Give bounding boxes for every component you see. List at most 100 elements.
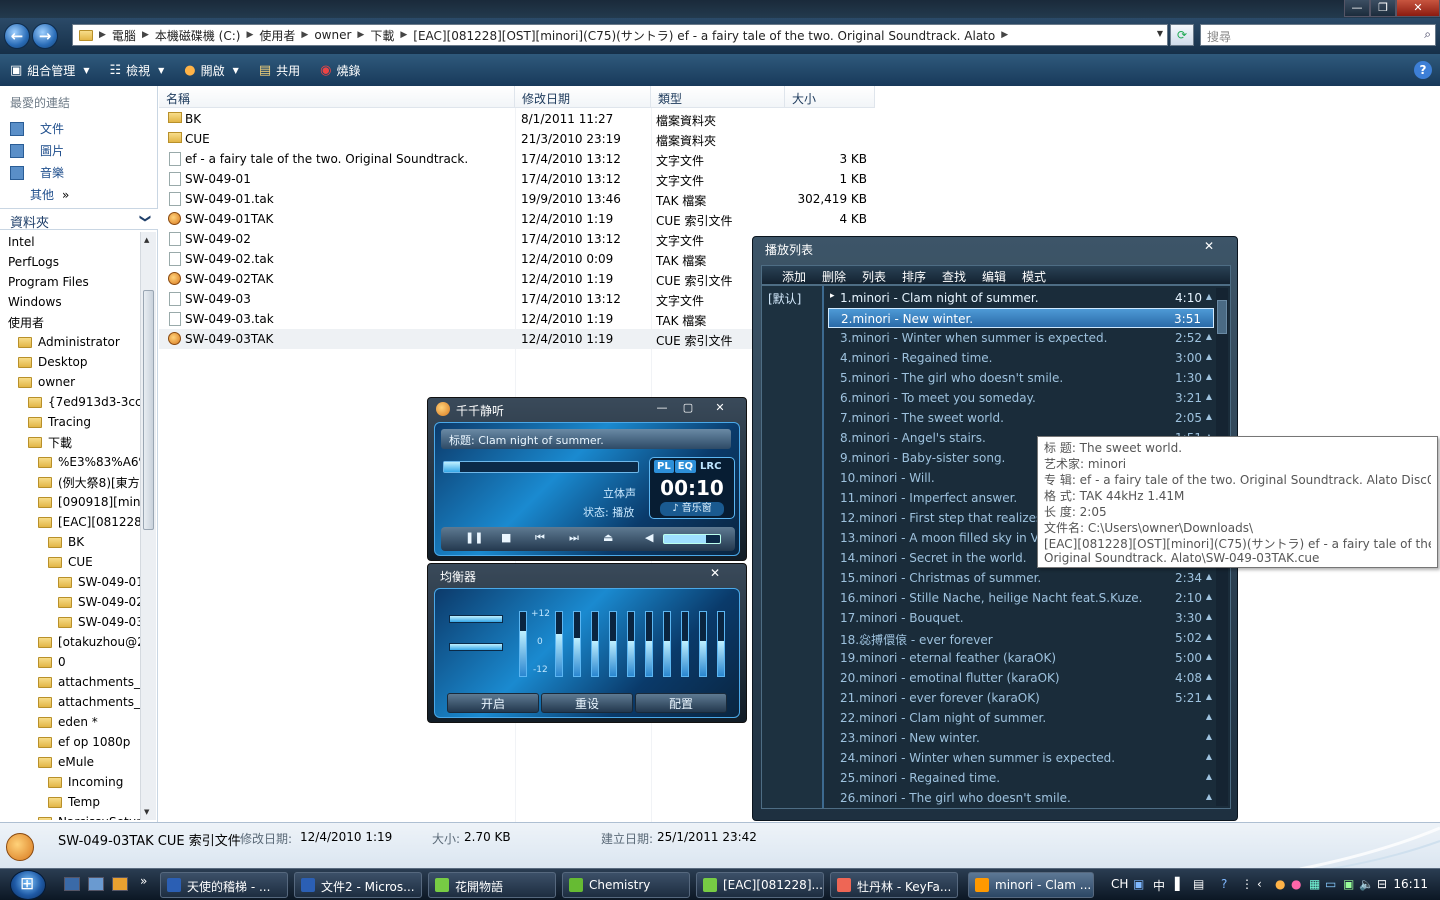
scroll-down-icon[interactable]: ▼: [144, 808, 149, 816]
help-icon[interactable]: ?: [1414, 61, 1432, 79]
eq-band-slider[interactable]: [681, 611, 689, 677]
file-row[interactable]: BK 8/1/2011 11:27 檔案資料夾: [159, 109, 875, 129]
forward-arrow-icon[interactable]: →: [32, 23, 58, 49]
tab-lyrics[interactable]: LRC: [697, 460, 724, 473]
playlist-menu-item[interactable]: 添加: [782, 268, 806, 285]
scroll-up-icon[interactable]: ▲: [144, 236, 149, 244]
eq-band-slider[interactable]: [699, 611, 707, 677]
equalizer-close-icon[interactable]: ✕: [710, 566, 720, 580]
balance-slider[interactable]: [449, 615, 503, 623]
share-button[interactable]: ▤ 共用: [249, 54, 310, 86]
eq-band-slider[interactable]: [717, 611, 725, 677]
folder-tree-item[interactable]: owner: [18, 372, 75, 392]
ime-mode-icon[interactable]: ▣: [1133, 877, 1144, 891]
folder-tree-item[interactable]: BK: [48, 532, 84, 552]
address-bar[interactable]: ▶ 電腦 ▶ 本機磁碟機 (C:) ▶ 使用者 ▶ owner ▶ 下載 ▶ [EAC][081228…: [72, 24, 1168, 46]
folder-tree-item[interactable]: attachments_201: [38, 692, 142, 712]
folder-tree-item[interactable]: Tracing: [28, 412, 91, 432]
file-row[interactable]: CUE 21/3/2010 23:19 檔案資料夾: [159, 129, 875, 149]
eq-band-slider[interactable]: [573, 611, 581, 677]
breadcrumb-separator-icon[interactable]: ▶: [246, 30, 253, 40]
folder-tree-item[interactable]: CUE: [48, 552, 93, 572]
playlist-track[interactable]: ▸ 1.minori - Clam night of summer. 4:10 ▲: [828, 288, 1214, 308]
taskbar-button[interactable]: 文件2 - Micros...: [294, 872, 422, 898]
column-header-type[interactable]: 類型: [651, 86, 785, 108]
breadcrumb-separator-icon[interactable]: ▶: [99, 30, 106, 40]
breadcrumb-separator-icon[interactable]: ▶: [301, 30, 308, 40]
network-signal-icon[interactable]: ⊟: [1377, 877, 1387, 891]
playlist-track[interactable]: 22.minori - Clam night of summer. ▲: [828, 708, 1214, 728]
folder-tree-item[interactable]: 0: [38, 652, 66, 672]
playlist-track[interactable]: 2.minori - New winter. 3:51: [828, 308, 1214, 328]
eq-band-slider[interactable]: [627, 611, 635, 677]
breadcrumb-separator-icon[interactable]: ▶: [142, 30, 149, 40]
language-indicator[interactable]: CH: [1111, 877, 1128, 891]
playlist-track[interactable]: 24.minori - Winter when summer is expect…: [828, 748, 1214, 768]
player-tray-icon[interactable]: ●: [1275, 877, 1285, 891]
playlist-track[interactable]: 5.minori - The girl who doesn't smile. 1:…: [828, 368, 1214, 388]
folder-tree-item[interactable]: NarcissuSetupIns: [38, 812, 142, 820]
clock[interactable]: 16:11: [1393, 877, 1428, 891]
taskbar-button[interactable]: 牡丹林 - KeyFa...: [830, 872, 958, 898]
playlist-menu-item[interactable]: 模式: [1022, 268, 1046, 285]
playlist-track[interactable]: 15.minori - Christmas of summer. 2:34 ▲: [828, 568, 1214, 588]
column-header-date[interactable]: 修改日期: [515, 86, 651, 108]
playlist-menu-item[interactable]: 删除: [822, 268, 846, 285]
breadcrumb-item[interactable]: 使用者: [253, 27, 301, 44]
folder-tree-item[interactable]: (例大祭8)[東方同人: [38, 472, 142, 492]
taskbar-button[interactable]: minori - Clam ...: [968, 872, 1094, 898]
column-header-size[interactable]: 大小: [785, 86, 875, 108]
eq-band-slider[interactable]: [591, 611, 599, 677]
column-header-name[interactable]: 名稱: [159, 86, 515, 108]
playlist-track[interactable]: 6.minori - To meet you someday. 3:21 ▲: [828, 388, 1214, 408]
playlist-track[interactable]: 20.minori - emotinal flutter (karaOK) 4:0…: [828, 668, 1214, 688]
folder-tree-item[interactable]: 下載: [28, 432, 72, 452]
maximize-button[interactable]: ❐: [1370, 0, 1396, 17]
folder-tree-item[interactable]: attachments_201: [38, 672, 142, 692]
eject-icon[interactable]: ⏏: [603, 531, 613, 544]
breadcrumb-item[interactable]: owner: [308, 28, 357, 42]
eq-on-button[interactable]: 开启: [447, 693, 539, 713]
breadcrumb-separator-icon[interactable]: ▶: [400, 30, 407, 40]
views-button[interactable]: ☷ 檢視 ▼: [99, 54, 174, 86]
folder-tree-item[interactable]: {7ed913d3-3cc5-4: [28, 392, 142, 412]
favorite-more[interactable]: 其他 »: [30, 186, 69, 203]
eq-reset-button[interactable]: 重设: [541, 693, 633, 713]
playlist-track[interactable]: 4.minori - Regained time. 3:00 ▲: [828, 348, 1214, 368]
playlist-menu-item[interactable]: 查找: [942, 268, 966, 285]
folder-tree-item[interactable]: [090918][minori]: [38, 492, 142, 512]
folder-tree-item[interactable]: Desktop: [18, 352, 88, 372]
tray-expand-icon[interactable]: ‹: [1257, 877, 1262, 891]
player-progress-bar[interactable]: [443, 461, 639, 473]
playlist-menu-item[interactable]: 列表: [862, 268, 886, 285]
open-button[interactable]: ● 開啟 ▼: [174, 54, 249, 86]
eq-band-slider[interactable]: [645, 611, 653, 677]
folder-tree-item[interactable]: eMule: [38, 752, 94, 772]
folder-tree-scrollbar[interactable]: ▲ ▼: [140, 232, 156, 820]
playlist-track[interactable]: 3.minori - Winter when summer is expecte…: [828, 328, 1214, 348]
previous-icon[interactable]: ⏮: [535, 531, 545, 545]
player-close-icon[interactable]: ✕: [710, 400, 730, 416]
breadcrumb-separator-icon[interactable]: ▶: [357, 30, 364, 40]
breadcrumb-separator-icon[interactable]: ▶: [1001, 30, 1008, 40]
organize-button[interactable]: ▣ 組合管理 ▼: [0, 54, 99, 86]
folder-tree-item[interactable]: Administrator: [18, 332, 120, 352]
breadcrumb-item[interactable]: 下載: [364, 27, 400, 44]
quicklaunch-window-icon[interactable]: [88, 877, 104, 891]
eq-band-slider[interactable]: [555, 611, 563, 677]
volume-icon[interactable]: ◀: [645, 531, 653, 544]
pause-icon[interactable]: ❚❚: [465, 531, 483, 544]
taskbar-button[interactable]: 天使的稽梯 - ...: [160, 872, 288, 898]
playlist-track[interactable]: 18.惢搏儇偯 - ever forever 5:02 ▲: [828, 628, 1214, 648]
folder-tree-item[interactable]: Incoming: [48, 772, 123, 792]
app-tray-icon[interactable]: ●: [1291, 877, 1301, 891]
folder-tree-item[interactable]: [EAC][081228][O: [38, 512, 142, 532]
taskbar-button[interactable]: [EAC][081228]...: [696, 872, 824, 898]
display-tray-icon[interactable]: ▭: [1325, 877, 1336, 891]
folder-tree-item[interactable]: Program Files: [8, 272, 89, 292]
player-titlebar[interactable]: 千千静听 — ▢ ✕: [428, 398, 746, 420]
player-minimize-icon[interactable]: —: [652, 400, 672, 416]
file-row[interactable]: ef - a fairy tale of the two. Original S…: [159, 149, 875, 169]
refresh-icon[interactable]: ⟳: [1170, 24, 1194, 46]
folder-tree-item[interactable]: SW-049-01: [58, 572, 142, 592]
